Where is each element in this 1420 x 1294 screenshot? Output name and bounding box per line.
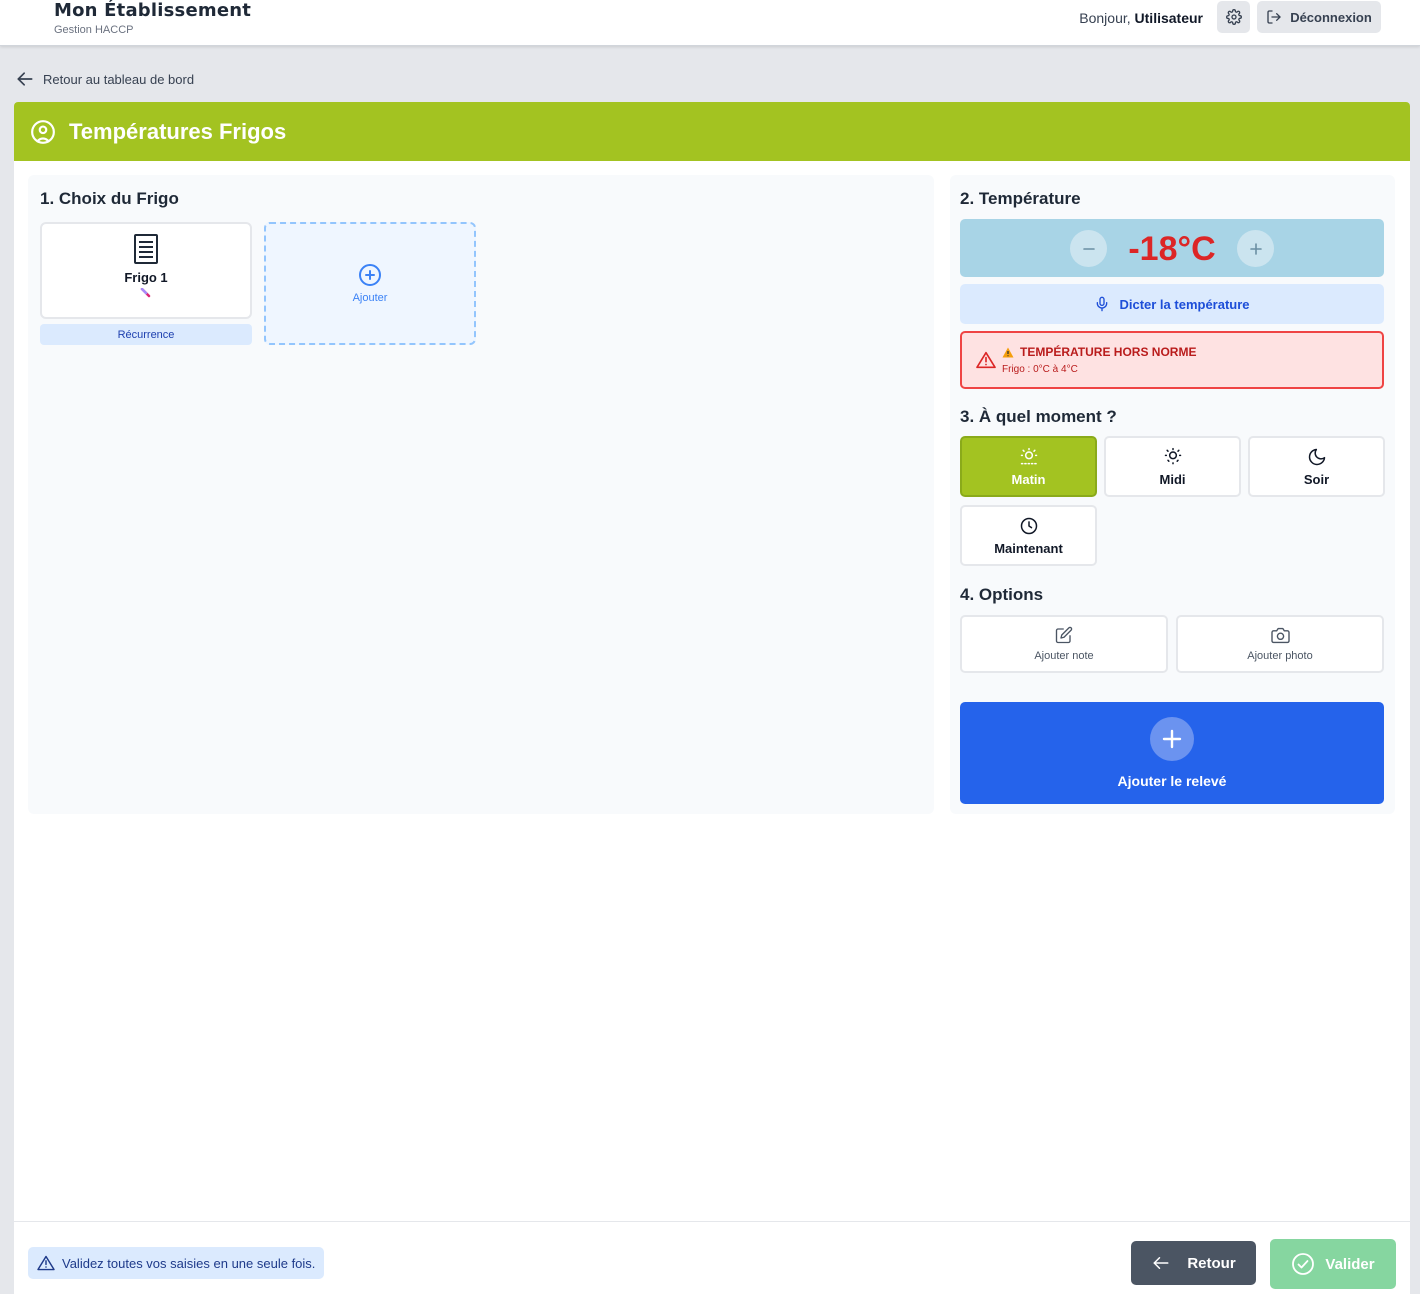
arrow-left-icon <box>1151 1254 1171 1272</box>
thermometer-icon <box>140 288 152 298</box>
gear-icon <box>1225 9 1242 25</box>
recurrence-badge[interactable]: Récurrence <box>40 324 252 345</box>
temperature-alert: TEMPÉRATURE HORS NORME Frigo : 0°C à 4°C <box>960 331 1384 389</box>
decrease-temperature-button[interactable] <box>1070 230 1107 267</box>
validate-button[interactable]: Valider <box>1270 1239 1396 1289</box>
temperature-stepper: -18°C <box>960 219 1384 277</box>
check-circle-icon <box>1291 1252 1315 1276</box>
moment-section-title: 3. À quel moment ? <box>960 407 1117 426</box>
app-subtitle: Gestion HACCP <box>54 24 134 36</box>
temperature-value: -18°C <box>1128 230 1216 268</box>
logout-button[interactable]: Déconnexion <box>1257 1 1381 33</box>
add-note-label: Ajouter note <box>1034 650 1094 662</box>
top-bar: Mon Établissement Gestion HACCP Bonjour,… <box>0 0 1420 46</box>
moment-label: Midi <box>1159 471 1186 487</box>
back-to-dashboard-link[interactable]: Retour au tableau de bord <box>15 69 194 89</box>
validate-button-label: Valider <box>1325 1255 1375 1273</box>
moment-option-soir[interactable]: Soir <box>1248 436 1385 497</box>
greeting-text: Bonjour, <box>1079 10 1131 26</box>
footer-bar: Validez toutes vos saisies en une seule … <box>14 1221 1410 1294</box>
minus-icon <box>1082 242 1096 256</box>
plus-icon <box>1249 242 1263 256</box>
moment-option-matin[interactable]: Matin <box>960 436 1097 497</box>
logout-icon <box>1266 9 1282 25</box>
frigo-selection-panel: 1. Choix du Frigo Frigo 1 Récurrence Ajo… <box>28 175 934 814</box>
fridge-icon <box>133 234 159 264</box>
arrow-left-icon <box>15 69 35 89</box>
user-name: Utilisateur <box>1134 10 1203 26</box>
dictate-label: Dicter la température <box>1119 296 1250 312</box>
main-card: Températures Frigos 1. Choix du Frigo Fr… <box>14 102 1410 1294</box>
warning-icon <box>1002 347 1014 358</box>
user-greeting: Bonjour, Utilisateur <box>1079 9 1203 27</box>
increase-temperature-button[interactable] <box>1237 230 1274 267</box>
camera-icon <box>1270 627 1290 644</box>
moment-option-maintenant[interactable]: Maintenant <box>960 505 1097 566</box>
moon-icon <box>1307 447 1327 467</box>
alert-detail: Frigo : 0°C à 4°C <box>1002 364 1078 375</box>
moment-label: Soir <box>1303 471 1330 487</box>
add-frigo-label: Ajouter <box>352 292 388 304</box>
frigo-card[interactable]: Frigo 1 <box>40 222 252 319</box>
moment-label: Matin <box>1011 471 1046 487</box>
alert-triangle-icon <box>976 351 996 369</box>
back-link-label: Retour au tableau de bord <box>43 71 195 87</box>
temperature-section-title: 2. Température <box>960 189 1081 208</box>
back-button-label: Retour <box>1187 1254 1236 1272</box>
dictate-temperature-button[interactable]: Dicter la température <box>960 284 1384 324</box>
reading-panel: 2. Température -18°C Dicter la températu… <box>950 175 1395 814</box>
add-reading-button[interactable]: Ajouter le relevé <box>960 702 1384 804</box>
microphone-icon <box>1094 295 1110 313</box>
settings-button[interactable] <box>1217 1 1250 33</box>
page-title: Températures Frigos <box>69 118 287 144</box>
logout-label: Déconnexion <box>1290 9 1372 25</box>
clock-icon <box>1019 516 1039 536</box>
moment-label: Maintenant <box>994 540 1063 556</box>
page-title-bar: Températures Frigos <box>14 102 1410 161</box>
add-reading-label: Ajouter le relevé <box>1117 773 1227 789</box>
sunrise-icon <box>1019 447 1039 467</box>
frigo-name: Frigo 1 <box>124 270 168 285</box>
alert-title-text: TEMPÉRATURE HORS NORME <box>1020 345 1197 359</box>
back-button[interactable]: Retour <box>1131 1241 1256 1285</box>
plus-icon <box>1150 717 1194 761</box>
frigo-section-title: 1. Choix du Frigo <box>40 189 179 208</box>
validation-hint: Validez toutes vos saisies en une seule … <box>28 1247 325 1279</box>
edit-icon <box>1055 626 1073 644</box>
options-section-title: 4. Options <box>960 585 1044 604</box>
alert-title: TEMPÉRATURE HORS NORME <box>1002 345 1196 359</box>
alert-triangle-icon <box>37 1255 55 1271</box>
plus-circle-icon <box>358 263 382 287</box>
add-photo-button[interactable]: Ajouter photo <box>1176 615 1384 673</box>
establishment-name: Mon Établissement <box>54 0 252 21</box>
user-circle-icon <box>30 119 56 145</box>
moment-option-midi[interactable]: Midi <box>1104 436 1241 497</box>
sun-icon <box>1163 447 1183 467</box>
validation-hint-text: Validez toutes vos saisies en une seule … <box>62 1255 316 1271</box>
brand: Mon Établissement Gestion HACCP <box>54 0 251 37</box>
add-frigo-button[interactable]: Ajouter <box>264 222 476 345</box>
add-photo-label: Ajouter photo <box>1247 649 1313 662</box>
add-note-button[interactable]: Ajouter note <box>960 615 1168 673</box>
